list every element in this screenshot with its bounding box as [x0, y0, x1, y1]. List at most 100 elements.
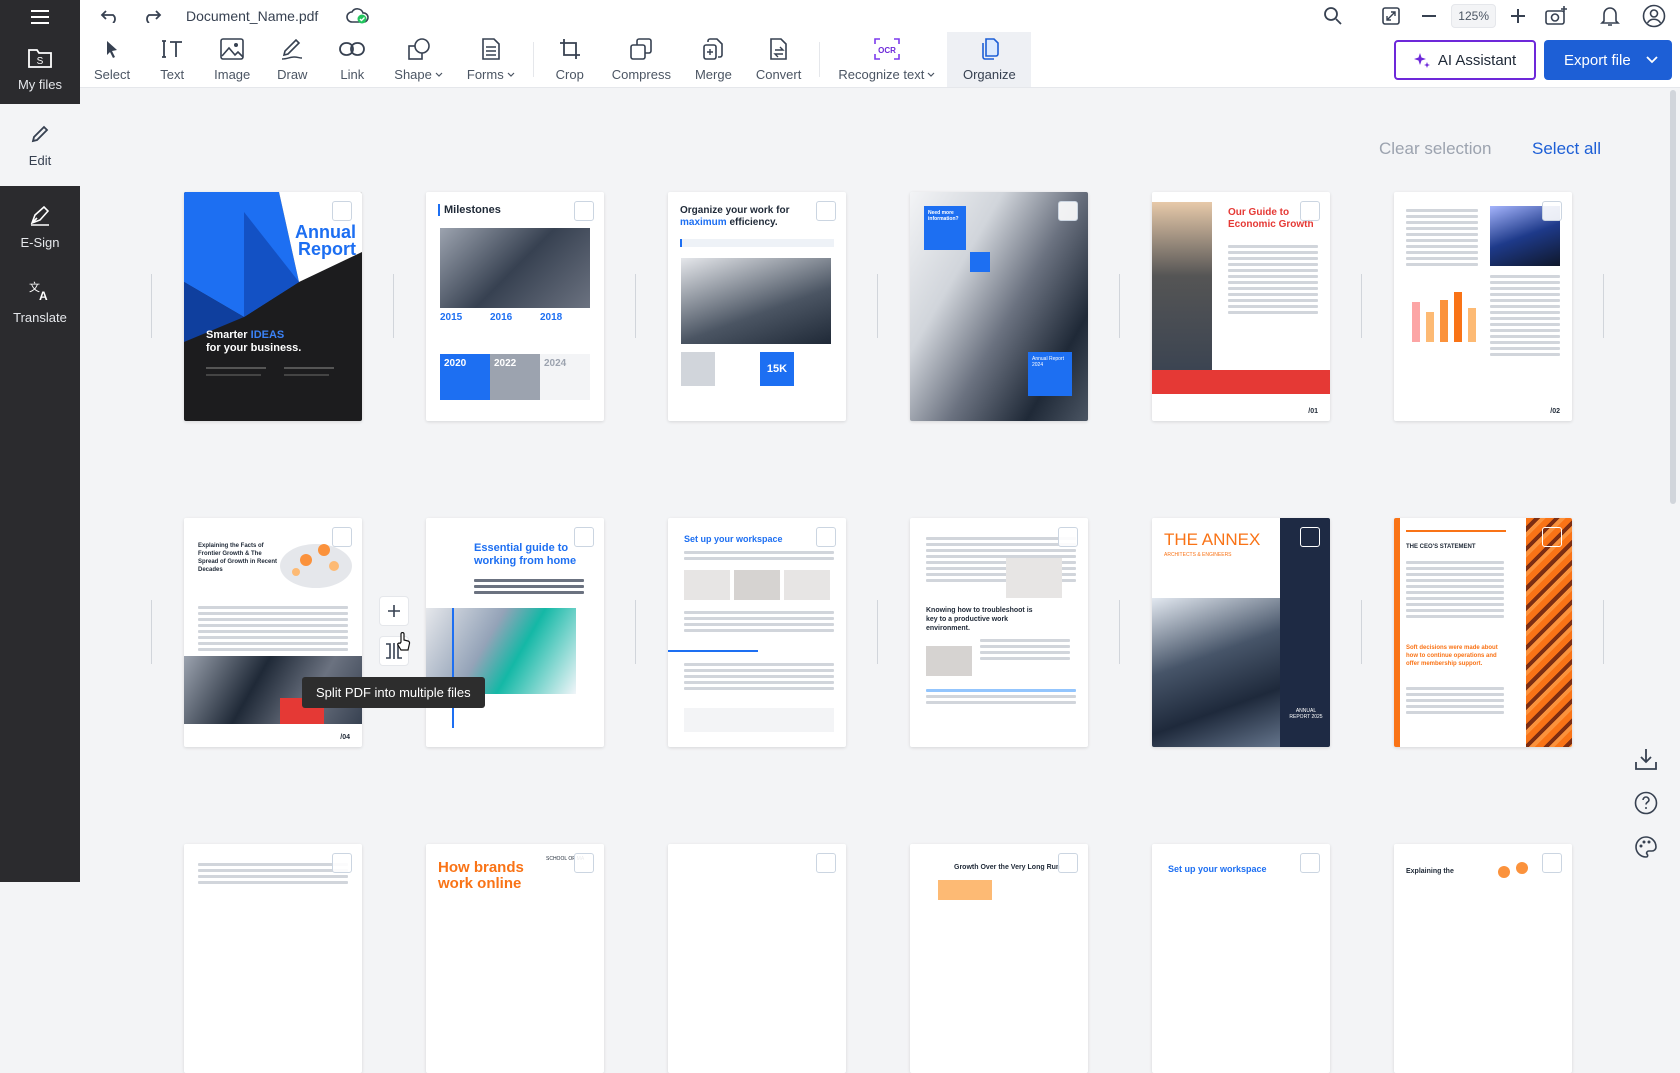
- sidebar-item-esign[interactable]: E-Sign: [0, 186, 80, 266]
- vertical-scrollbar[interactable]: [1670, 90, 1676, 504]
- theme-button[interactable]: [1631, 832, 1661, 862]
- undo-button[interactable]: [94, 0, 126, 32]
- zoom-out-button[interactable]: [1419, 0, 1439, 32]
- page-gap-divider[interactable]: [1361, 274, 1362, 338]
- orange-rule: [1406, 530, 1506, 532]
- sidebar-item-edit[interactable]: Edit: [0, 104, 80, 186]
- page-thumbnail-17[interactable]: Set up your workspace: [1152, 844, 1330, 1073]
- menu-button[interactable]: [0, 0, 80, 34]
- page-thumbnail-3[interactable]: Organize your work for maximum efficienc…: [668, 192, 846, 421]
- page-thumbnail-7[interactable]: Explaining the Facts of Frontier Growth …: [184, 518, 362, 747]
- export-file-button[interactable]: Export file: [1544, 40, 1672, 80]
- zoom-in-button[interactable]: [1508, 0, 1528, 32]
- callout: [684, 708, 834, 732]
- page-gap-divider[interactable]: [1603, 600, 1604, 664]
- page-checkbox[interactable]: [574, 853, 594, 873]
- tool-recognize-text[interactable]: OCR Recognize text: [826, 32, 947, 87]
- page-checkbox[interactable]: [574, 201, 594, 221]
- ai-assistant-button[interactable]: AI Assistant: [1394, 40, 1536, 80]
- page-checkbox[interactable]: [1542, 527, 1562, 547]
- page-checkbox[interactable]: [816, 853, 836, 873]
- tool-draw[interactable]: Draw: [262, 32, 322, 87]
- help-button[interactable]: [1631, 788, 1661, 818]
- page-checkbox[interactable]: [816, 201, 836, 221]
- sidebar-item-label: Edit: [28, 152, 52, 168]
- account-button[interactable]: [1638, 0, 1670, 32]
- page-gap-divider[interactable]: [151, 274, 152, 338]
- page-checkbox[interactable]: [1300, 853, 1320, 873]
- tool-crop[interactable]: Crop: [540, 32, 600, 87]
- page-thumbnail-6[interactable]: /02: [1394, 192, 1572, 421]
- page-checkbox[interactable]: [1542, 853, 1562, 873]
- page-gap-divider[interactable]: [877, 600, 878, 664]
- page-thumbnail-13[interactable]: [184, 844, 362, 1073]
- page-text-2: [1490, 272, 1560, 359]
- tool-select[interactable]: Select: [82, 32, 142, 87]
- page-gap-divider[interactable]: [1361, 600, 1362, 664]
- page-thumbnail-8[interactable]: Essential guide to working from home: [426, 518, 604, 747]
- sidebar-item-my-files[interactable]: S My files: [0, 34, 80, 104]
- zoom-level[interactable]: 125%: [1451, 4, 1496, 28]
- document-name[interactable]: Document_Name.pdf: [186, 8, 318, 24]
- page-thumbnail-4[interactable]: Need more information? Annual Report 202…: [910, 192, 1088, 421]
- clear-selection-link[interactable]: Clear selection: [1379, 139, 1491, 159]
- page-checkbox[interactable]: [574, 527, 594, 547]
- page-checkbox[interactable]: [1058, 527, 1078, 547]
- tool-text[interactable]: Text: [142, 32, 202, 87]
- top-bar: Document_Name.pdf 125%: [80, 0, 1680, 32]
- page-gap-divider[interactable]: [635, 274, 636, 338]
- page-thumbnail-5[interactable]: Our Guide to Economic Growth /01: [1152, 192, 1330, 421]
- page-number: /01: [1308, 408, 1318, 415]
- sidebar-item-translate[interactable]: 文A Translate: [0, 266, 80, 338]
- page-gap-divider[interactable]: [635, 600, 636, 664]
- fit-page-button[interactable]: [1375, 0, 1407, 32]
- page-checkbox[interactable]: [332, 527, 352, 547]
- screenshot-button[interactable]: [1540, 0, 1572, 32]
- cloud-sync-button[interactable]: [342, 0, 374, 32]
- page-thumbnail-1[interactable]: Annual Report Smarter IDEAS for your bus…: [184, 192, 362, 421]
- blue-rule: [668, 650, 758, 652]
- download-tray-icon: [1635, 749, 1657, 770]
- page-thumbnail-10[interactable]: Knowing how to troubleshoot is key to a …: [910, 518, 1088, 747]
- tool-image[interactable]: Image: [202, 32, 262, 87]
- page-checkbox[interactable]: [1300, 201, 1320, 221]
- hamburger-icon: [31, 10, 49, 24]
- notifications-button[interactable]: [1594, 0, 1626, 32]
- page-thumbnail-15[interactable]: [668, 844, 846, 1073]
- page-checkbox[interactable]: [1058, 853, 1078, 873]
- page-checkbox[interactable]: [332, 853, 352, 873]
- download-button[interactable]: [1631, 744, 1661, 774]
- tool-forms[interactable]: Forms: [455, 32, 527, 87]
- undo-icon: [100, 10, 116, 23]
- search-button[interactable]: [1317, 0, 1349, 32]
- tool-merge[interactable]: Merge: [683, 32, 744, 87]
- insert-page-button[interactable]: [379, 596, 409, 626]
- page-thumbnail-16[interactable]: Growth Over the Very Long Run: [910, 844, 1088, 1073]
- page-thumbnail-11[interactable]: THE ANNEX ARCHITECTS & ENGINEERS ANNUAL …: [1152, 518, 1330, 747]
- page-checkbox[interactable]: [1542, 201, 1562, 221]
- tool-link[interactable]: Link: [322, 32, 382, 87]
- page-thumbnail-12[interactable]: THE CEO'S STATEMENT Soft decisions were …: [1394, 518, 1572, 747]
- page-gap-divider[interactable]: [1603, 274, 1604, 338]
- page-checkbox[interactable]: [332, 201, 352, 221]
- page-thumbnail-2[interactable]: Milestones 2015 2016 2018 2020 2022 2024: [426, 192, 604, 421]
- page-gap-divider[interactable]: [1119, 600, 1120, 664]
- page-thumbnail-9[interactable]: Set up your workspace: [668, 518, 846, 747]
- tool-compress[interactable]: Compress: [600, 32, 683, 87]
- redo-button[interactable]: [136, 0, 168, 32]
- page-checkbox[interactable]: [1300, 527, 1320, 547]
- page-gap-divider[interactable]: [1119, 274, 1120, 338]
- page-checkbox[interactable]: [1058, 201, 1078, 221]
- page-checkbox[interactable]: [816, 527, 836, 547]
- page-gap-divider[interactable]: [393, 274, 394, 338]
- pencil-icon: [31, 125, 49, 142]
- page-thumbnail-14[interactable]: How brands work online SCHOOL OF MA: [426, 844, 604, 1073]
- photo-a: [926, 646, 972, 676]
- select-all-link[interactable]: Select all: [1532, 139, 1601, 159]
- page-gap-divider[interactable]: [877, 274, 878, 338]
- page-thumbnail-18[interactable]: Explaining the: [1394, 844, 1572, 1073]
- tool-organize[interactable]: Organize: [947, 32, 1032, 87]
- tool-convert[interactable]: Convert: [744, 32, 814, 87]
- page-gap-divider[interactable]: [151, 600, 152, 664]
- tool-shape[interactable]: Shape: [382, 32, 455, 87]
